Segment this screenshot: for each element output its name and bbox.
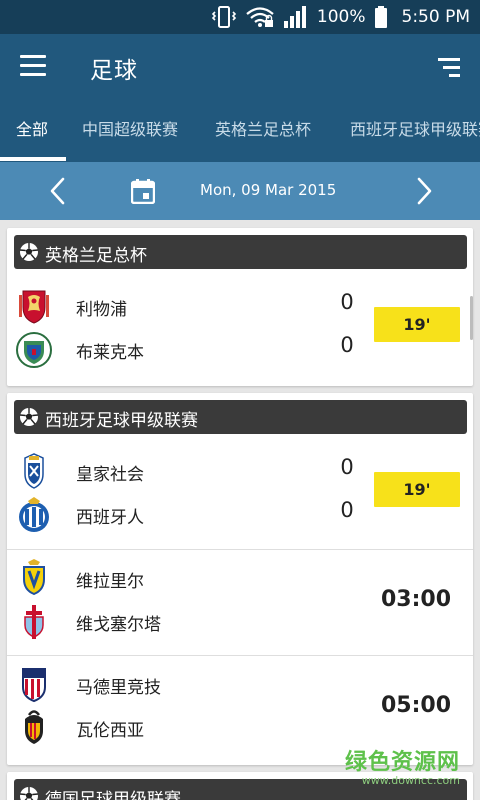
match-row[interactable]: 皇家社会 0 西班牙人 0 19' bbox=[7, 443, 473, 547]
chevron-right-icon[interactable] bbox=[408, 175, 438, 207]
watermark-title: 绿色资源网 bbox=[344, 750, 460, 775]
vibrate-icon bbox=[211, 5, 237, 29]
league-name: 德国足球甲级联赛 bbox=[45, 790, 181, 800]
app-bar: 足球 bbox=[0, 34, 480, 100]
status-icons: 100% 5:50 PM bbox=[211, 0, 470, 34]
real-sociedad-crest-icon bbox=[15, 452, 53, 490]
date-bar: Mon, 09 Mar 2015 bbox=[0, 162, 480, 220]
match-row[interactable]: 维拉里尔 维戈塞尔塔 03:00 bbox=[7, 549, 473, 653]
scrollbar[interactable] bbox=[470, 296, 473, 340]
away-team-name: 维戈塞尔塔 bbox=[76, 615, 161, 635]
away-score: 0 bbox=[340, 333, 354, 357]
hamburger-menu-icon[interactable] bbox=[20, 55, 48, 79]
kickoff-time: 05:00 bbox=[380, 693, 452, 718]
away-team-name: 西班牙人 bbox=[76, 508, 144, 528]
active-tab-indicator bbox=[0, 157, 66, 161]
espanyol-crest-icon bbox=[15, 496, 53, 534]
league-header[interactable]: 英格兰足总杯 bbox=[14, 235, 467, 269]
page-title: 足球 bbox=[90, 58, 138, 84]
current-date[interactable]: Mon, 09 Mar 2015 bbox=[200, 181, 336, 199]
home-team-name: 马德里竞技 bbox=[76, 678, 161, 698]
wifi-icon bbox=[245, 6, 275, 28]
home-score: 0 bbox=[340, 455, 354, 479]
chevron-left-icon[interactable] bbox=[44, 175, 74, 207]
tab-all[interactable]: 全部 bbox=[16, 100, 48, 162]
league-tabs: 全部 中国超级联赛 英格兰足总杯 西班牙足球甲级联赛 bbox=[0, 100, 480, 162]
tab-la-liga[interactable]: 西班牙足球甲级联赛 bbox=[350, 100, 480, 162]
battery-icon bbox=[374, 5, 388, 29]
league-name: 英格兰足总杯 bbox=[45, 246, 147, 266]
league-header[interactable]: 西班牙足球甲级联赛 bbox=[14, 400, 467, 434]
villarreal-crest-icon bbox=[15, 559, 53, 597]
blackburn-crest-icon bbox=[15, 331, 53, 369]
valencia-crest-icon bbox=[15, 709, 53, 747]
league-card-fa-cup: 英格兰足总杯 利物浦 0 布莱克本 0 19' bbox=[7, 228, 473, 386]
league-name: 西班牙足球甲级联赛 bbox=[45, 411, 198, 431]
home-team-name: 维拉里尔 bbox=[76, 572, 144, 592]
status-bar: 100% 5:50 PM bbox=[0, 0, 480, 34]
away-score: 0 bbox=[340, 498, 354, 522]
battery-percent: 100% bbox=[316, 7, 366, 27]
live-minute-badge: 19' bbox=[374, 307, 460, 342]
away-team-name: 布莱克本 bbox=[76, 343, 144, 363]
atletico-madrid-crest-icon bbox=[15, 665, 53, 703]
celta-vigo-crest-icon bbox=[15, 603, 53, 641]
soccer-ball-icon bbox=[19, 407, 39, 431]
soccer-ball-icon bbox=[19, 242, 39, 266]
watermark: 绿色资源网 www.downcc.com bbox=[345, 744, 460, 787]
watermark-url: www.downcc.com bbox=[361, 774, 460, 787]
tab-chinese-super-league[interactable]: 中国超级联赛 bbox=[82, 100, 178, 162]
calendar-icon[interactable] bbox=[130, 179, 156, 208]
signal-icon bbox=[283, 5, 309, 29]
kickoff-time: 03:00 bbox=[380, 587, 452, 612]
match-row[interactable]: 利物浦 0 布莱克本 0 19' bbox=[7, 278, 473, 382]
away-team-name: 瓦伦西亚 bbox=[76, 721, 144, 741]
home-score: 0 bbox=[340, 290, 354, 314]
clock: 5:50 PM bbox=[401, 7, 471, 27]
home-team-name: 利物浦 bbox=[76, 300, 127, 320]
live-minute-badge: 19' bbox=[374, 472, 460, 507]
league-card-la-liga: 西班牙足球甲级联赛 皇家社会 0 西班牙人 0 19' 维拉里尔 维戈塞尔塔 0… bbox=[7, 393, 473, 765]
home-team-name: 皇家社会 bbox=[76, 465, 144, 485]
liverpool-crest-icon bbox=[15, 287, 53, 325]
tab-fa-cup[interactable]: 英格兰足总杯 bbox=[215, 100, 311, 162]
soccer-ball-icon bbox=[19, 786, 39, 800]
sort-icon[interactable] bbox=[434, 56, 460, 78]
